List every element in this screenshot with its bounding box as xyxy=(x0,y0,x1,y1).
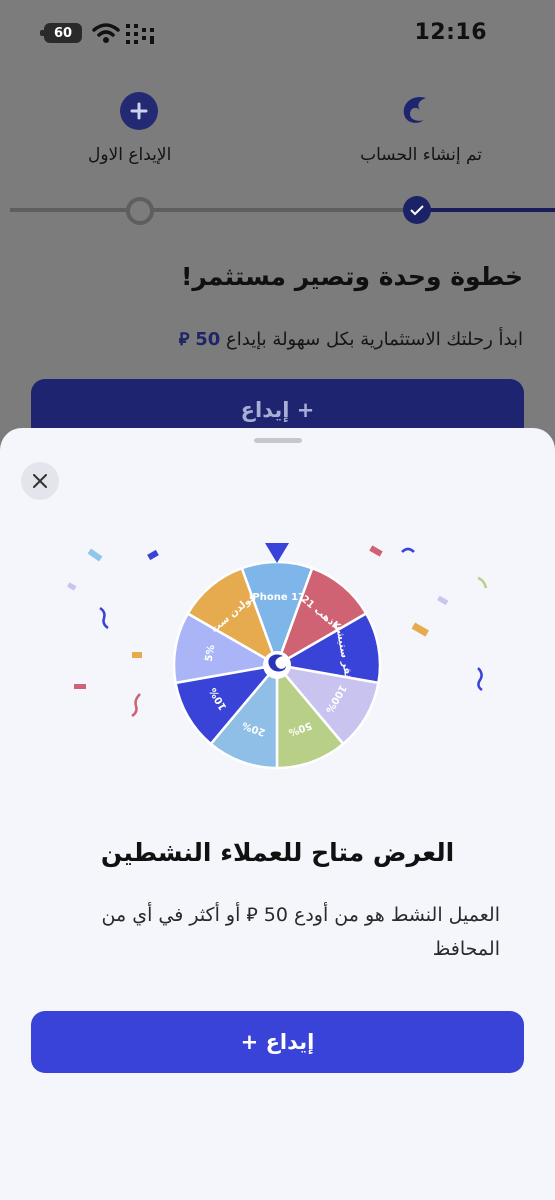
sheet-handle[interactable] xyxy=(254,438,302,443)
deposit-button[interactable]: إيداع + xyxy=(31,1011,524,1073)
close-button[interactable] xyxy=(21,462,59,500)
wifi-icon xyxy=(92,23,120,43)
step-label-account-created: تم إنشاء الحساب xyxy=(360,145,482,165)
battery-icon: 60 xyxy=(44,23,82,43)
step-dot-pending xyxy=(126,197,154,225)
check-icon xyxy=(403,196,431,224)
background-screen xyxy=(0,0,555,430)
progress-fill xyxy=(430,208,555,212)
brand-logo-icon xyxy=(396,92,434,130)
prize-wheel[interactable]: iPhone 17ذهب 21Kهنقر ستيشن100%50%20%10%5… xyxy=(160,540,400,780)
step-label-first-deposit: الإيداع الاول xyxy=(88,145,172,165)
offer-title: العرض متاح للعملاء النشطين xyxy=(100,838,455,867)
signal-icon xyxy=(126,24,154,44)
subtitle-text: ابدأ رحلتك الاستثمارية بكل سهولة بإيداع xyxy=(226,329,523,350)
offer-description: العميل النشط هو من أودع 50 ⃁ أو أكثر في … xyxy=(101,904,500,960)
background-subtitle: ابدأ رحلتك الاستثمارية بكل سهولة بإيداع … xyxy=(179,327,523,350)
status-time: 12:16 xyxy=(414,20,487,45)
close-icon xyxy=(33,474,47,488)
wheel-segment-label: iPhone 17 xyxy=(249,592,305,603)
riyal-icon: ⃁ xyxy=(178,329,190,350)
wheel-pointer-icon xyxy=(265,543,289,563)
add-step-icon xyxy=(120,92,158,130)
progress-track xyxy=(10,208,410,212)
background-heading: خطوة وحدة وتصير مستثمر! xyxy=(180,262,523,291)
subtitle-amount: 50 xyxy=(195,329,221,350)
